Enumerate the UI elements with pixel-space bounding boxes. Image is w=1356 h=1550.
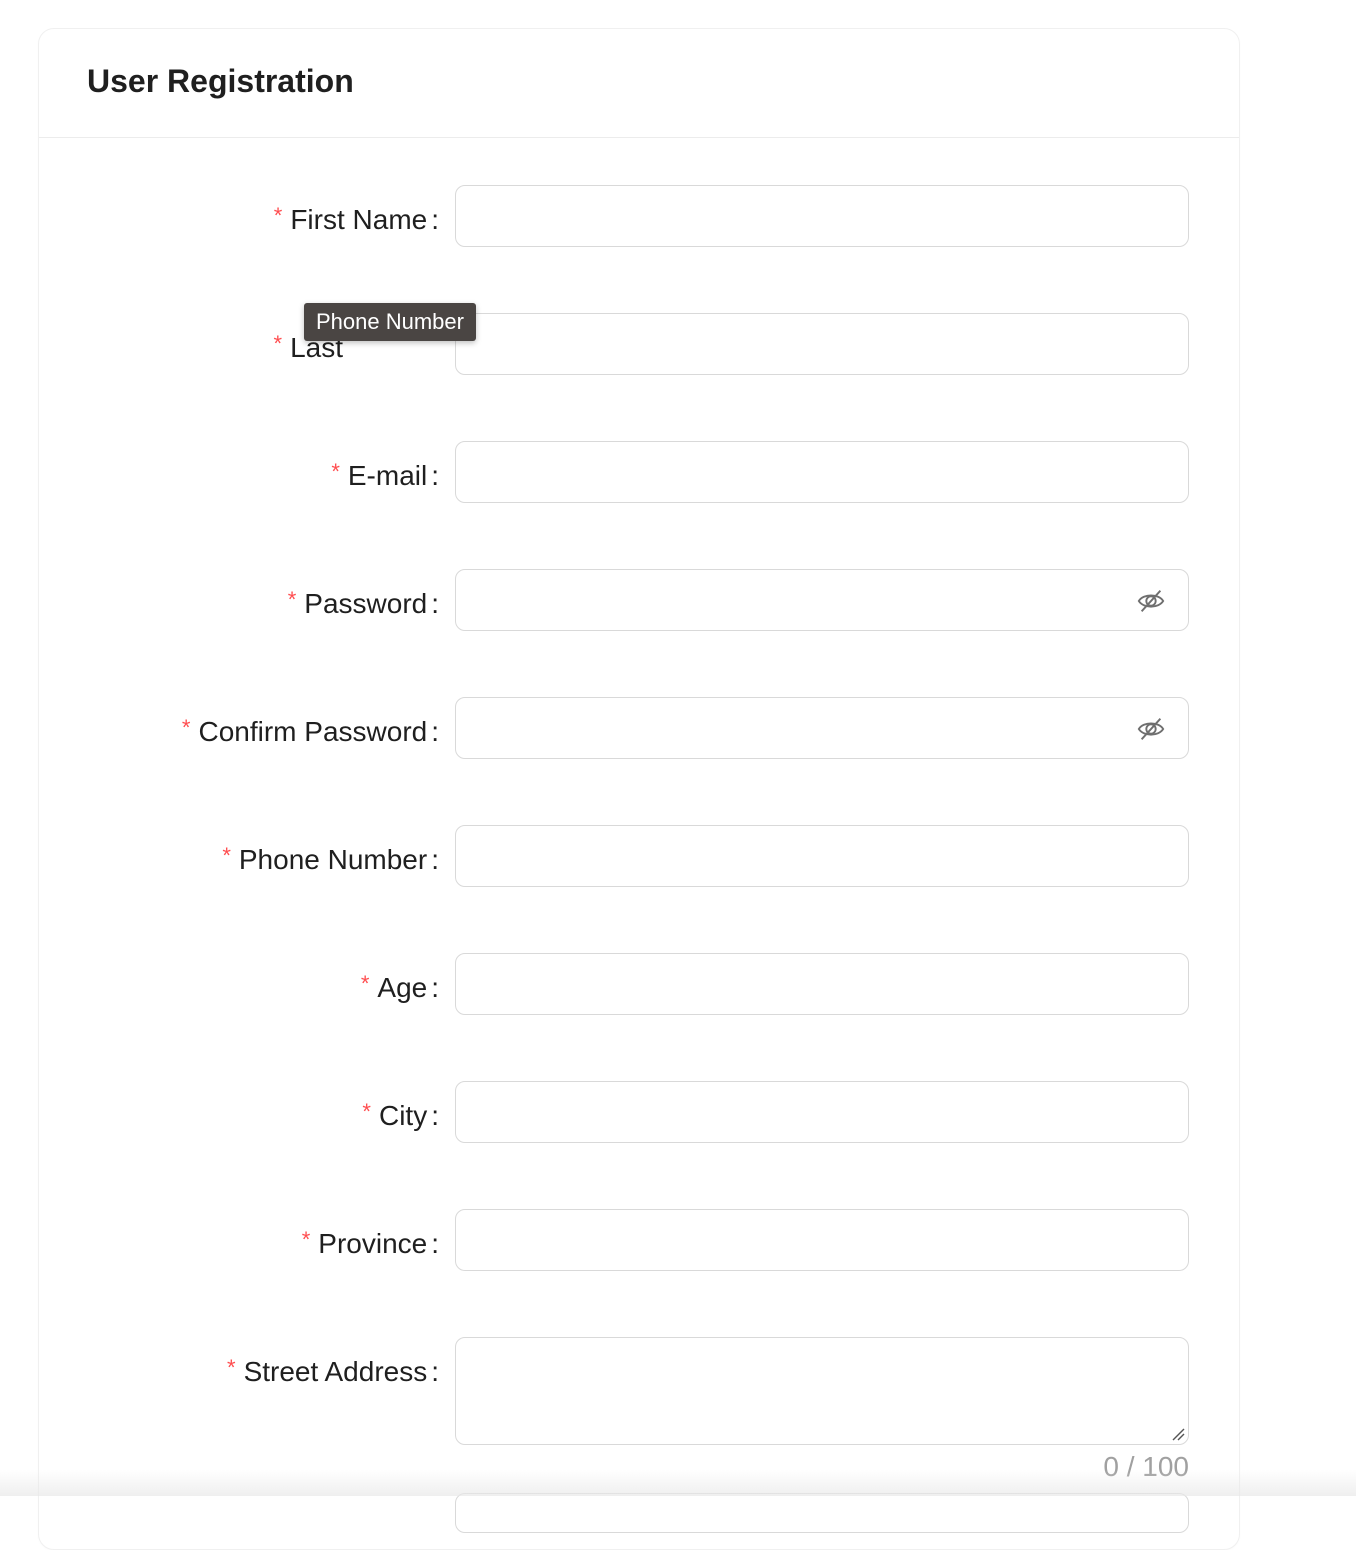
required-mark: * xyxy=(273,203,283,228)
email-field[interactable] xyxy=(455,441,1189,503)
city-field[interactable] xyxy=(455,1081,1189,1143)
province-field[interactable] xyxy=(455,1209,1189,1271)
city-input[interactable] xyxy=(456,1082,1188,1142)
city-label: * City: xyxy=(362,1099,439,1131)
confirm-password-field[interactable] xyxy=(455,697,1189,759)
required-mark: * xyxy=(222,843,231,868)
eye-invisible-icon[interactable] xyxy=(1136,586,1166,616)
next-field[interactable] xyxy=(455,1493,1189,1533)
street-address-textarea[interactable] xyxy=(456,1338,1188,1444)
age-input[interactable] xyxy=(456,954,1188,1014)
confirm-password-label: * Confirm Password: xyxy=(181,715,439,747)
required-mark: * xyxy=(181,715,191,740)
required-mark: * xyxy=(301,1227,311,1252)
province-label: * Province: xyxy=(301,1227,439,1259)
email-label: * E-mail: xyxy=(331,459,439,491)
password-field[interactable] xyxy=(455,569,1189,631)
form-title: User Registration xyxy=(87,63,354,99)
last-name-input[interactable] xyxy=(456,314,1188,374)
street-address-label: * Street Address: xyxy=(227,1355,439,1387)
required-mark: * xyxy=(273,331,283,356)
phone-label: * Phone Number: xyxy=(222,843,439,875)
confirm-password-input[interactable] xyxy=(456,698,1188,758)
resize-handle-icon[interactable] xyxy=(1171,1427,1185,1441)
required-mark: * xyxy=(227,1355,236,1380)
eye-invisible-icon[interactable] xyxy=(1136,714,1166,744)
first-name-label: * First Name: xyxy=(273,203,439,235)
phone-input[interactable] xyxy=(456,826,1188,886)
first-name-input[interactable] xyxy=(456,186,1188,246)
age-label: * Age: xyxy=(360,971,439,1003)
phone-field[interactable] xyxy=(455,825,1189,887)
email-input[interactable] xyxy=(456,442,1188,502)
first-name-field[interactable] xyxy=(455,185,1189,247)
required-mark: * xyxy=(331,459,340,484)
province-input[interactable] xyxy=(456,1210,1188,1270)
required-mark: * xyxy=(287,587,297,612)
password-input[interactable] xyxy=(456,570,1188,630)
autocomplete-tooltip: Phone Number xyxy=(304,303,476,341)
card-header: User Registration xyxy=(39,29,1239,138)
registration-card: User Registration * First Name: * Last * E-… xyxy=(38,28,1240,1550)
age-field[interactable] xyxy=(455,953,1189,1015)
character-counter: 0 / 100 xyxy=(1103,1451,1189,1482)
required-mark: * xyxy=(360,971,370,996)
last-name-field[interactable] xyxy=(455,313,1189,375)
required-mark: * xyxy=(362,1099,371,1124)
password-label: * Password: xyxy=(287,587,439,619)
street-address-field[interactable] xyxy=(455,1337,1189,1445)
